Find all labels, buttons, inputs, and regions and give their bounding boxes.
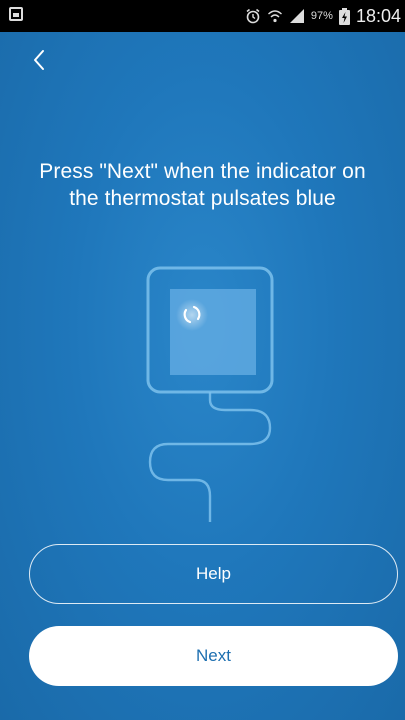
alarm-icon <box>245 8 261 24</box>
instruction-text: Press "Next" when the indicator on the t… <box>39 160 366 210</box>
wifi-icon <box>267 8 283 24</box>
thermostat-icon <box>146 266 274 522</box>
pairing-screen: 97% 18:04 Press "Next" when the indicato… <box>0 0 405 720</box>
signal-icon <box>289 8 305 24</box>
thermostat-illustration <box>140 260 280 530</box>
gallery-notification-icon <box>9 7 23 21</box>
battery-charging-icon <box>338 7 350 25</box>
back-button[interactable] <box>24 44 54 76</box>
clock: 18:04 <box>355 5 401 26</box>
status-bar: 97% 18:04 <box>0 0 405 32</box>
help-button[interactable]: Help <box>29 544 398 604</box>
status-icons: 97% 18:04 <box>245 0 401 32</box>
next-button[interactable]: Next <box>29 626 398 686</box>
battery-percent: 97% <box>310 10 333 22</box>
chevron-left-icon <box>34 50 44 70</box>
